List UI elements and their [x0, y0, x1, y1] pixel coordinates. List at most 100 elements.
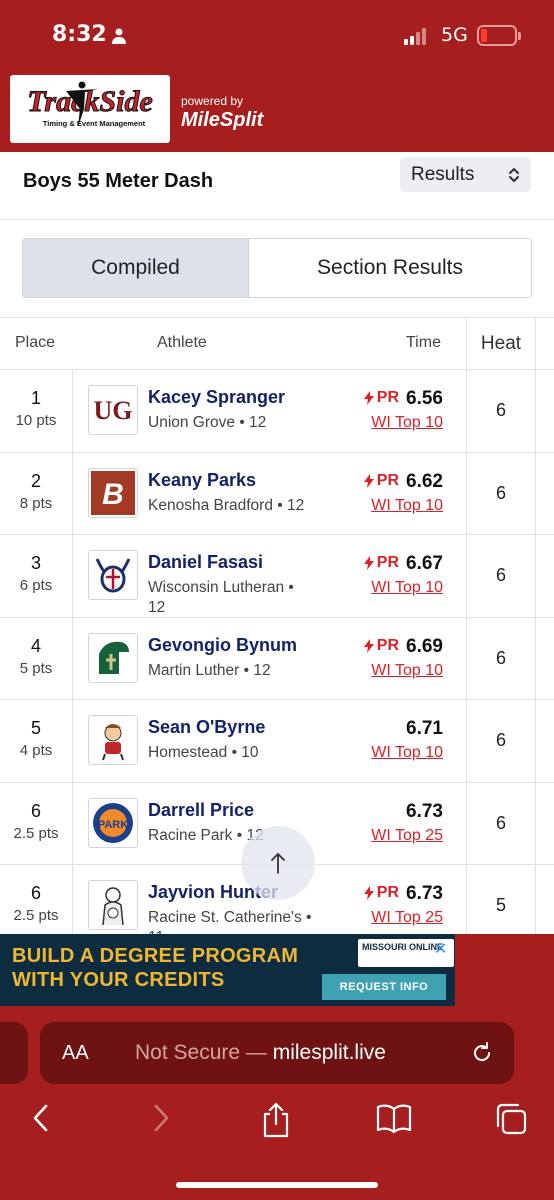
results-select-value: Results: [411, 164, 475, 185]
points: 8 pts: [19, 494, 53, 512]
network-label: 5G: [441, 24, 468, 46]
tab-compiled[interactable]: Compiled: [23, 239, 249, 297]
ad-cta-button[interactable]: REQUEST INFO: [322, 974, 446, 1000]
athlete-name-link[interactable]: Daniel Fasasi: [148, 552, 263, 573]
team-grade[interactable]: Homestead • 10: [148, 743, 313, 763]
reader-aa-button[interactable]: AA: [62, 1042, 89, 1065]
forward-icon[interactable]: [150, 1102, 172, 1134]
browser-chrome: AA Not Secure — milesplit.live: [0, 1006, 554, 1200]
school-logo[interactable]: B: [88, 467, 138, 518]
status-time: 8:32: [52, 22, 107, 47]
header-heat[interactable]: Heat: [466, 318, 536, 370]
header-place[interactable]: Place: [15, 334, 55, 352]
ranking-link[interactable]: WI Top 10: [371, 662, 443, 680]
place-cell: 2 8 pts: [0, 452, 73, 534]
points: 5 pts: [19, 659, 53, 677]
team-grade[interactable]: Martin Luther • 12: [148, 661, 313, 681]
school-logo[interactable]: [88, 880, 138, 930]
share-icon[interactable]: [260, 1102, 292, 1138]
athlete-name-link[interactable]: Kacey Spranger: [148, 387, 285, 408]
pr-badge: PR: [363, 637, 399, 655]
previous-tab[interactable]: [0, 1022, 28, 1084]
heat-cell: 6: [466, 617, 536, 699]
back-icon[interactable]: [30, 1102, 52, 1134]
result-time: 6.67: [406, 553, 443, 574]
table-row[interactable]: 2 8 pts B Keany Parks Kenosha Bradford • 12 P…: [0, 452, 554, 535]
chevron-updown-icon: [509, 168, 519, 182]
pr-badge: PR: [363, 389, 399, 407]
place-cell: 3 6 pts: [0, 535, 73, 617]
table-row[interactable]: 4 5 pts Gevongio Bynum Martin Luther • 12 PR…: [0, 617, 554, 700]
pr-label: PR: [376, 389, 399, 406]
ranking-link[interactable]: WI Top 10: [371, 744, 443, 762]
pr-badge: PR: [363, 471, 399, 490]
header-athlete[interactable]: Athlete: [157, 334, 207, 352]
reload-icon[interactable]: [470, 1041, 494, 1065]
school-logo[interactable]: UG: [88, 385, 138, 435]
person-icon: [112, 28, 126, 44]
athlete-name-link[interactable]: Gevongio Bynum: [148, 635, 297, 656]
athlete-name-link[interactable]: Sean O'Byrne: [148, 717, 265, 738]
heat-cell: 6: [466, 370, 536, 452]
place-cell: 6 2.5 pts: [0, 865, 73, 934]
result-time: 6.71: [406, 718, 443, 739]
team-grade[interactable]: Racine St. Catherine's • 11: [148, 908, 313, 934]
tabs-icon[interactable]: [494, 1102, 528, 1136]
svg-text:B: B: [102, 478, 124, 511]
pr-label: PR: [376, 471, 399, 489]
ad-headline: BUILD A DEGREE PROGRAM WITH YOUR CREDITS: [12, 944, 298, 992]
bolt-icon: [363, 886, 374, 900]
address-bar[interactable]: AA Not Secure — milesplit.live: [40, 1022, 514, 1084]
home-indicator: [176, 1182, 378, 1188]
ranking-link[interactable]: WI Top 10: [371, 497, 443, 515]
school-logo[interactable]: [88, 715, 138, 765]
trackside-logo[interactable]: TrackSide Timing & Event Management: [10, 75, 170, 143]
team-grade[interactable]: Kenosha Bradford • 12: [148, 496, 313, 516]
results-card: Boys 55 Meter Dash Results Compiled Sect…: [0, 152, 554, 934]
view-tabs: Compiled Section Results: [22, 238, 532, 298]
header-time[interactable]: Time: [406, 334, 441, 352]
table-row[interactable]: 3 6 pts Daniel Fasasi Wisconsin Lutheran • …: [0, 535, 554, 618]
place: 2: [30, 470, 41, 491]
team-grade[interactable]: Wisconsin Lutheran • 12: [148, 578, 313, 618]
table-row[interactable]: 1 10 pts UG Kacey Spranger Union Grove • 12 P…: [0, 370, 554, 453]
results-select[interactable]: Results: [400, 157, 531, 192]
place: 5: [30, 718, 41, 738]
milesplit-brand[interactable]: MileSplit: [181, 109, 263, 132]
tab-section-results[interactable]: Section Results: [249, 239, 531, 297]
team-grade[interactable]: Union Grove • 12: [148, 413, 313, 433]
points: 6 pts: [19, 577, 53, 594]
ranking-link[interactable]: WI Top 25: [371, 827, 443, 845]
result-time: 6.56: [406, 388, 443, 409]
result-time: 6.69: [406, 635, 443, 657]
powered-by-label: powered by: [181, 94, 244, 108]
ad-close-icon[interactable]: ✕: [434, 939, 447, 959]
school-logo[interactable]: PARK: [88, 797, 138, 848]
ranking-link[interactable]: WI Top 25: [371, 909, 443, 927]
school-logo[interactable]: [88, 632, 138, 683]
url-text[interactable]: Not Secure — milesplit.live: [135, 1041, 386, 1065]
ranking-link[interactable]: WI Top 10: [371, 579, 443, 597]
athlete-name-link[interactable]: Darrell Price: [148, 800, 254, 821]
pr-badge: PR: [363, 554, 399, 572]
school-logo[interactable]: [88, 550, 138, 600]
pr-badge: PR: [363, 884, 399, 902]
bookmarks-icon[interactable]: [375, 1102, 413, 1134]
pr-label: PR: [376, 884, 399, 901]
place-cell: 6 2.5 pts: [0, 782, 73, 864]
heat-cell: 5: [466, 865, 536, 934]
place: 6: [30, 800, 41, 821]
result-time: 6.73: [406, 883, 443, 904]
ad-content[interactable]: BUILD A DEGREE PROGRAM WITH YOUR CREDITS…: [0, 934, 455, 1006]
page-title: Boys 55 Meter Dash: [23, 170, 214, 192]
table-row[interactable]: 5 4 pts Sean O'Byrne Homestead • 10 6.71 WI T…: [0, 700, 554, 783]
athlete-name-link[interactable]: Keany Parks: [148, 470, 256, 491]
place-cell: 5 4 pts: [0, 700, 73, 782]
ranking-link[interactable]: WI Top 10: [371, 414, 443, 432]
ad-banner[interactable]: BUILD A DEGREE PROGRAM WITH YOUR CREDITS…: [0, 934, 554, 1006]
place: 3: [30, 553, 41, 573]
result-time: 6.62: [406, 470, 443, 492]
logo-subtext: Timing & Event Management: [43, 119, 146, 128]
scroll-to-top-button[interactable]: [241, 826, 315, 900]
signal-icon: [404, 28, 426, 45]
